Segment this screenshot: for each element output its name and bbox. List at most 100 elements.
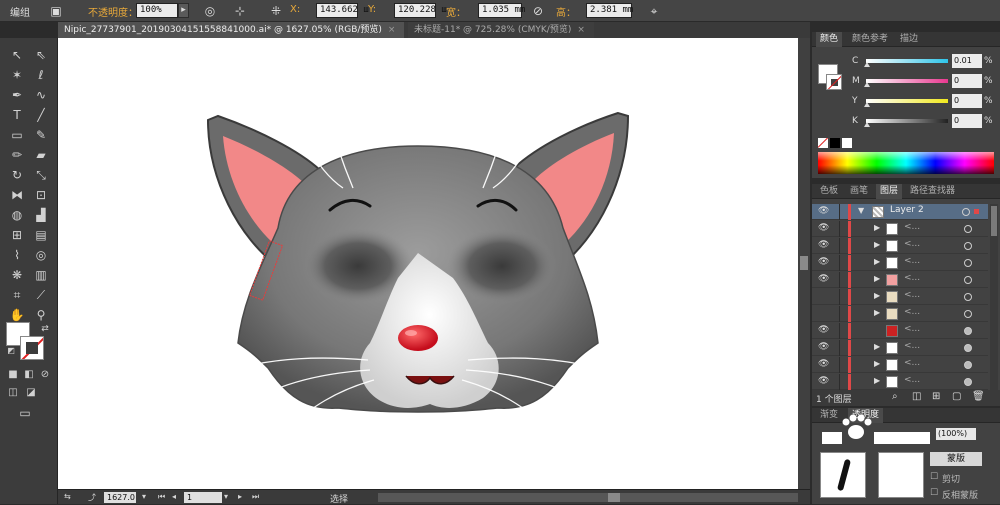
tab-color[interactable]: 颜色: [816, 32, 843, 47]
screen-mode-icon[interactable]: ▭: [16, 404, 34, 422]
x-field[interactable]: 143.662 ш: [316, 3, 369, 18]
make-mask-button[interactable]: 蒙版: [930, 452, 982, 466]
invert-mask-checkbox[interactable]: ☐: [930, 488, 938, 498]
zoom-field[interactable]: 1627.0: [104, 492, 136, 503]
opacity-dropdown[interactable]: ▸: [178, 3, 189, 18]
swap-colors-icon[interactable]: ⇄: [36, 320, 54, 338]
symbol-sprayer-tool-icon[interactable]: ❋: [8, 266, 26, 284]
cyan-slider[interactable]: C 0.01 %: [852, 54, 998, 70]
eraser-tool-icon[interactable]: ▰: [32, 146, 50, 164]
sublayer-row[interactable]: 👁 ▶ <...: [812, 340, 988, 356]
gradient-tool-icon[interactable]: ▤: [32, 226, 50, 244]
draw-normal-icon[interactable]: ◫: [4, 384, 22, 402]
sublayer-row[interactable]: 👁 ▶ <...: [812, 374, 988, 390]
sublayer-row[interactable]: 👁 ▶ <...: [812, 357, 988, 373]
tab-layers[interactable]: 图层: [876, 184, 903, 199]
curvature-tool-icon[interactable]: ∿: [32, 86, 50, 104]
pencil-tool-icon[interactable]: ✏: [8, 146, 26, 164]
page-dropdown-icon[interactable]: ▾: [224, 492, 228, 501]
mesh-tool-icon[interactable]: ⊞: [8, 226, 26, 244]
height-field[interactable]: 2.381 mm: [586, 3, 633, 18]
clip-checkbox[interactable]: ☐: [930, 472, 938, 482]
layer-row-layer-2[interactable]: 👁 ▼ Layer 2: [812, 204, 988, 220]
sublayer-row[interactable]: 👁 ▶ <...: [812, 272, 988, 288]
share-icon[interactable]: ⤴: [88, 492, 96, 503]
zoom-dropdown-icon[interactable]: ▾: [142, 492, 146, 501]
vertical-scrollbar[interactable]: [798, 38, 810, 489]
fill-swatch-icon[interactable]: ▣: [48, 3, 64, 19]
tab-nipic-document[interactable]: Nipic_27737901_20190304151558841000.ai* …: [58, 22, 404, 38]
eyedropper-tool-icon[interactable]: ⌇: [8, 246, 26, 264]
artboard-nav-icon[interactable]: ⇆: [64, 492, 71, 501]
line-tool-icon[interactable]: ╱: [32, 106, 50, 124]
layer-name[interactable]: Layer 2: [890, 205, 924, 215]
magenta-slider[interactable]: M 0 %: [852, 74, 998, 90]
eye-icon[interactable]: 👁: [818, 206, 829, 216]
scroll-thumb[interactable]: [800, 256, 808, 270]
sublayer-row[interactable]: 👁 <...: [812, 323, 988, 339]
tab-stroke[interactable]: 描边: [896, 32, 922, 47]
panel-stroke-swatch[interactable]: [826, 74, 842, 90]
lasso-tool-icon[interactable]: ℓ: [32, 66, 50, 84]
sublayer-row[interactable]: 👁 ▶ <...: [812, 221, 988, 237]
slice-tool-icon[interactable]: ⟋: [32, 286, 50, 304]
type-tool-icon[interactable]: T: [8, 106, 26, 124]
perspective-grid-tool-icon[interactable]: ▟: [32, 206, 50, 224]
cyan-value-field[interactable]: 0.01: [952, 54, 982, 68]
magenta-value-field[interactable]: 0: [952, 74, 982, 88]
page-field[interactable]: 1: [184, 492, 222, 503]
first-page-icon[interactable]: ⏮: [158, 492, 165, 502]
yellow-slider[interactable]: Y 0 %: [852, 94, 998, 110]
sublayer-row[interactable]: 👁 ▶ <...: [812, 255, 988, 271]
magic-wand-tool-icon[interactable]: ✶: [8, 66, 26, 84]
pen-tool-icon[interactable]: ✒: [8, 86, 26, 104]
next-page-icon[interactable]: ▸: [238, 492, 242, 501]
delete-layer-icon[interactable]: 🗑: [972, 391, 985, 402]
horizontal-scroll-thumb[interactable]: [608, 493, 620, 502]
sublayer-row[interactable]: ▶ <...: [812, 306, 988, 322]
transform-icon[interactable]: ⌖: [646, 3, 662, 19]
horizontal-scrollbar[interactable]: [378, 493, 798, 502]
free-transform-tool-icon[interactable]: ⊡: [32, 186, 50, 204]
black-value-field[interactable]: 0: [952, 114, 982, 128]
close-icon[interactable]: ×: [388, 25, 396, 35]
black-slider[interactable]: K 0 %: [852, 114, 998, 130]
yellow-value-field[interactable]: 0: [952, 94, 982, 108]
white-swatch[interactable]: [842, 138, 852, 148]
opacity-field[interactable]: (100%): [936, 428, 976, 440]
clipping-mask-icon[interactable]: ◫: [912, 391, 921, 402]
close-icon[interactable]: ×: [577, 25, 585, 35]
last-page-icon[interactable]: ⏭: [252, 492, 259, 502]
tab-brushes[interactable]: 画笔: [846, 184, 872, 199]
none-mode-icon[interactable]: ⊘: [36, 366, 54, 384]
graph-tool-icon[interactable]: ▥: [32, 266, 50, 284]
rotate-tool-icon[interactable]: ↻: [8, 166, 26, 184]
artboard-canvas[interactable]: [58, 38, 798, 489]
scale-tool-icon[interactable]: ⤡: [32, 166, 50, 184]
sublayer-row[interactable]: ▶ <...: [812, 289, 988, 305]
locate-object-icon[interactable]: ⌕: [892, 391, 898, 402]
draw-behind-icon[interactable]: ◪: [22, 384, 40, 402]
rectangle-tool-icon[interactable]: ▭: [8, 126, 26, 144]
width-tool-icon[interactable]: ⧓: [8, 186, 26, 204]
stroke-color-swatch[interactable]: [20, 336, 44, 360]
sublayer-row[interactable]: 👁 ▶ <...: [812, 238, 988, 254]
paintbrush-tool-icon[interactable]: ✎: [32, 126, 50, 144]
y-field[interactable]: 120.228 ш: [394, 3, 447, 18]
shape-builder-tool-icon[interactable]: ◍: [8, 206, 26, 224]
tab-pathfinder[interactable]: 路径查找器: [906, 184, 959, 199]
none-swatch[interactable]: [818, 138, 828, 148]
tab-swatches[interactable]: 色板: [816, 184, 842, 199]
selection-tool-icon[interactable]: ↖: [8, 46, 26, 64]
layers-scrollbar[interactable]: [990, 204, 998, 390]
color-spectrum[interactable]: [818, 152, 994, 174]
collapse-icon[interactable]: ▼: [858, 206, 864, 215]
constrain-link-icon[interactable]: ⊘: [530, 3, 546, 19]
opacity-field[interactable]: 100%: [136, 3, 178, 18]
blend-tool-icon[interactable]: ◎: [32, 246, 50, 264]
prev-page-icon[interactable]: ◂: [172, 492, 176, 501]
artboard-tool-icon[interactable]: ⌗: [8, 286, 26, 304]
black-swatch[interactable]: [830, 138, 840, 148]
tab-untitled-document[interactable]: 未标题-11* @ 725.28% (CMYK/预览) ×: [408, 22, 594, 38]
mask-thumbnail[interactable]: [878, 452, 924, 498]
